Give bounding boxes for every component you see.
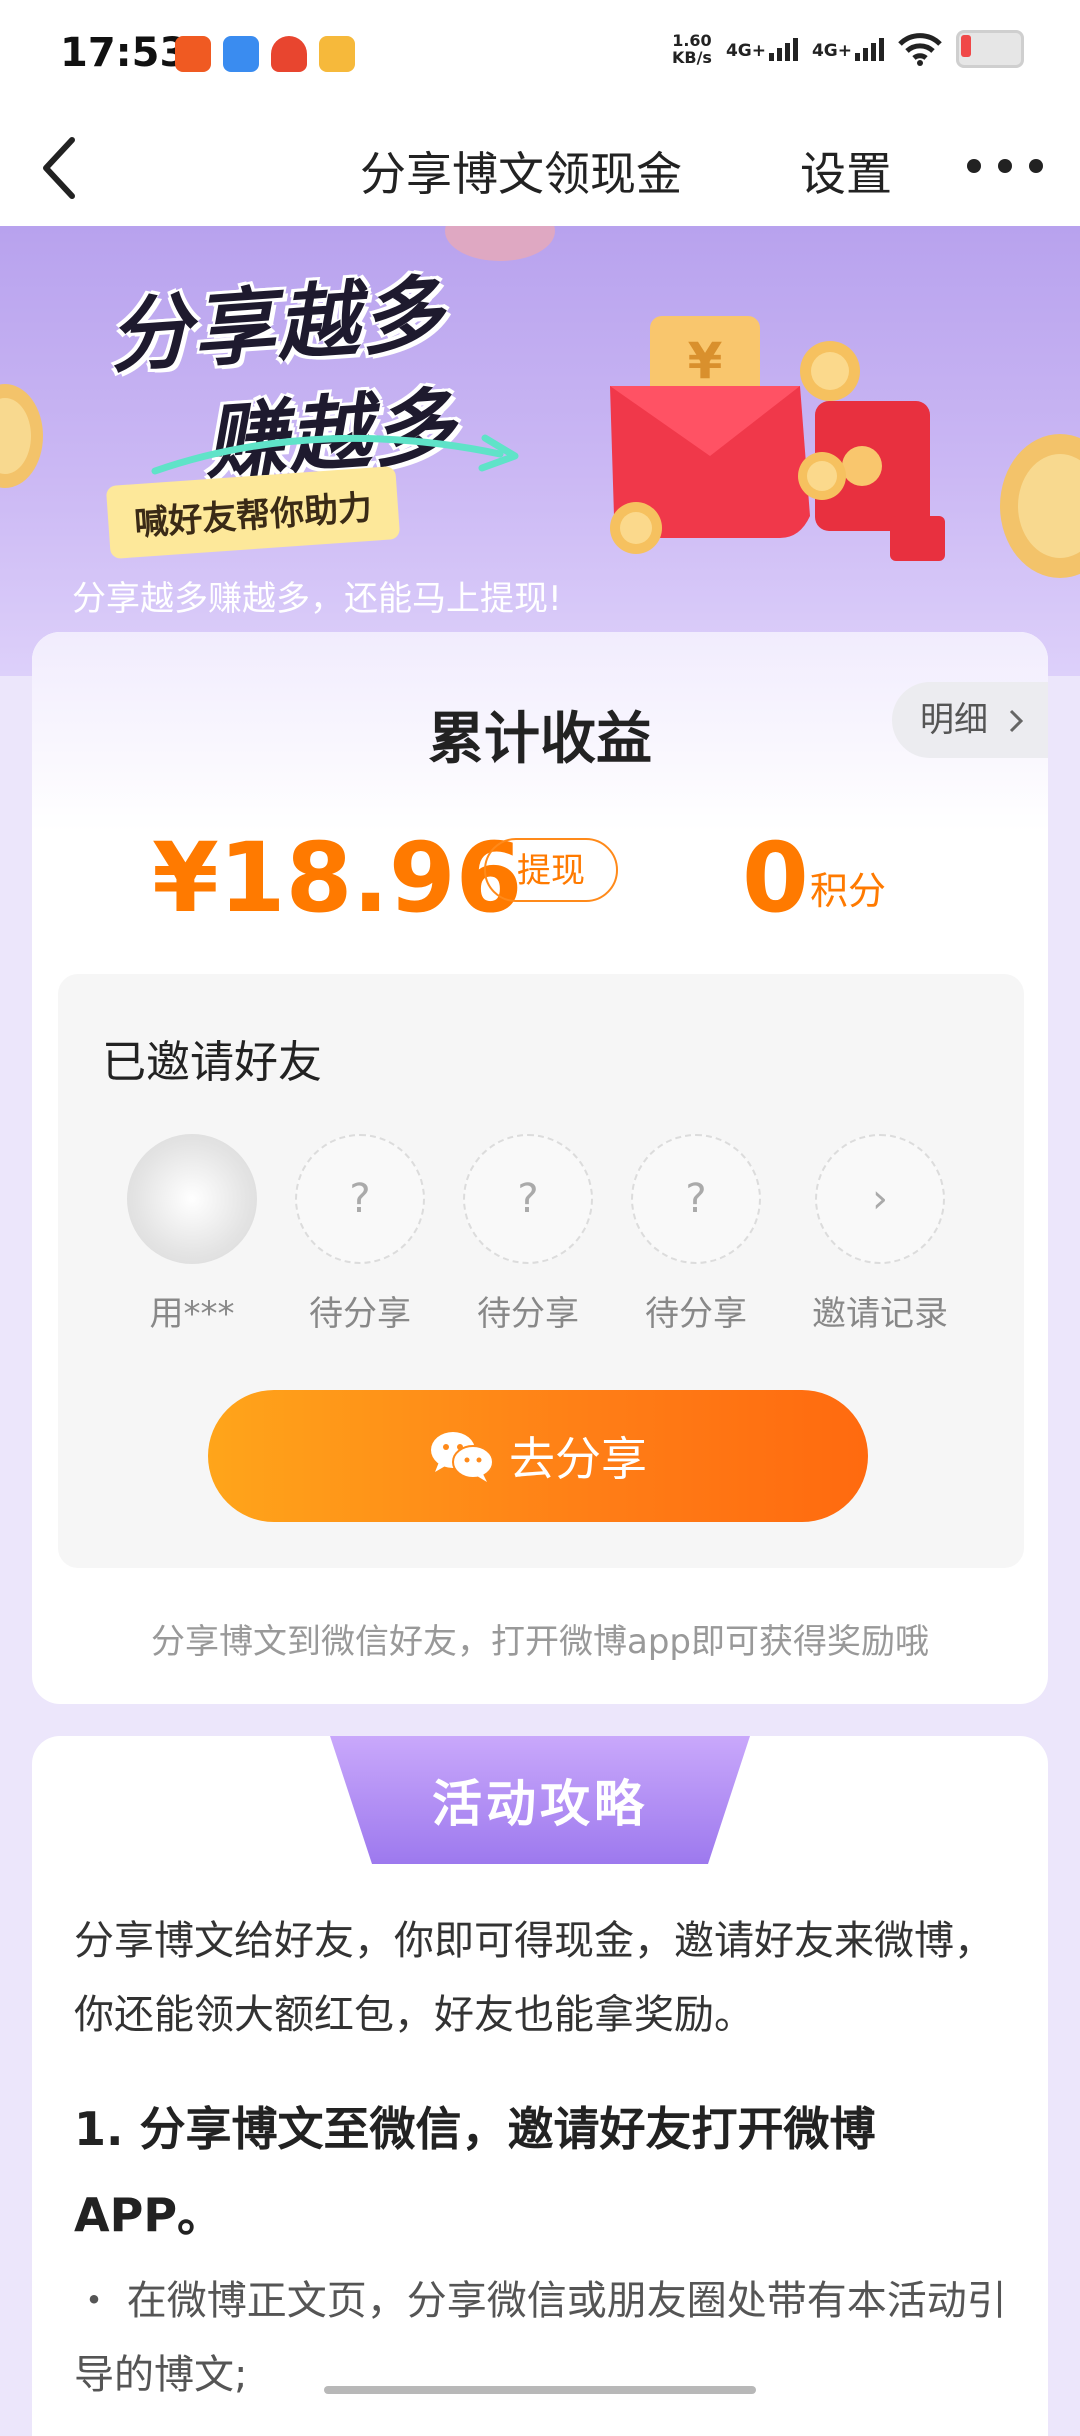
pending-label: 待分享 (309, 1294, 411, 1334)
status-bar: 17:53 1.60 KB/s 4G+ 4G+ (0, 0, 1080, 110)
coin-decoration-icon (445, 226, 555, 261)
pending-label: 待分享 (645, 1294, 747, 1334)
points-label: 积分 (810, 869, 887, 913)
app-notification-icon (175, 36, 211, 72)
invite-records-label: 邀请记录 (812, 1294, 948, 1334)
pending-label: 待分享 (477, 1294, 579, 1334)
top-nav-bar: 分享博文领现金 设置 (0, 110, 1080, 226)
friend-name: 用*** (149, 1294, 235, 1334)
more-dots-icon (967, 159, 1043, 173)
chevron-left-icon (43, 137, 75, 199)
invited-friends-panel: 已邀请好友 用*** ? 待分享 ? 待分享 ? 待分享 › 邀请记录 去分享 (58, 974, 1024, 1568)
app-notification-icon (271, 36, 307, 72)
chevron-right-icon (1009, 709, 1023, 733)
battery-icon (956, 30, 1024, 68)
red-envelope-icon: ¥ (610, 316, 945, 561)
share-button-label: 去分享 (509, 1432, 647, 1486)
system-indicators: 1.60 KB/s 4G+ 4G+ (672, 30, 1024, 68)
points-value: 0 (742, 822, 809, 934)
more-options-button[interactable] (960, 136, 1050, 196)
invited-friend-slot: 用*** (122, 1134, 262, 1335)
pending-slot[interactable]: ? 待分享 (290, 1134, 430, 1335)
cash-amount: ¥18.96 (152, 822, 523, 934)
banner-subtitle: 分享越多赚越多，还能马上提现! (72, 579, 562, 619)
promo-banner: 分享越多 赚越多 喊好友帮你助力 ¥ 分享越多赚越多，还能马上提现! (0, 226, 1080, 676)
question-mark-icon: ? (295, 1134, 425, 1264)
invited-friends-title: 已邀请好友 (102, 1037, 322, 1088)
status-time: 17:53 (60, 30, 188, 76)
app-notification-icon (223, 36, 259, 72)
guide-step-heading: 1. 分享博文至微信，邀请好友打开微博APP。 (74, 2102, 876, 2242)
guide-intro-text: 分享博文给好友，你即可得现金，邀请好友来微博，你还能领大额红包，好友也能拿奖励。 (74, 1918, 994, 2038)
wifi-icon (898, 33, 942, 66)
svg-text:¥: ¥ (688, 332, 723, 390)
question-mark-icon: ? (631, 1134, 761, 1264)
earnings-card: 累计收益 明细 ¥18.96 提现 0 积分 已邀请好友 用*** ? 待分享 … (32, 632, 1048, 1704)
network-speed: 1.60 KB/s (671, 31, 712, 67)
guide-tab-title: 活动攻略 (330, 1736, 750, 1864)
detail-label: 明细 (920, 700, 988, 740)
back-button[interactable] (32, 130, 92, 206)
activity-guide-card: 活动攻略 分享博文给好友，你即可得现金，邀请好友来微博，你还能领大额红包，好友也… (32, 1736, 1048, 2436)
question-mark-icon: ? (463, 1134, 593, 1264)
page-title: 分享博文领现金 (360, 147, 682, 201)
cellular-signal-icon: 4G+ (726, 37, 798, 61)
share-hint: 分享博文到微信好友，打开微博app即可获得奖励哦 (151, 1622, 929, 1662)
avatar (127, 1134, 257, 1264)
chevron-right-icon: › (815, 1134, 945, 1264)
coin-decoration-icon (0, 384, 43, 488)
withdraw-button[interactable]: 提现 (484, 838, 618, 902)
notification-icons (175, 36, 355, 72)
share-button[interactable]: 去分享 (208, 1390, 868, 1522)
cellular-signal-icon: 4G+ (812, 37, 884, 61)
app-notification-icon (319, 36, 355, 72)
invite-records-button[interactable]: › 邀请记录 (800, 1134, 960, 1335)
pending-slot[interactable]: ? 待分享 (458, 1134, 598, 1335)
coin-decoration-icon (1000, 434, 1080, 578)
settings-button[interactable]: 设置 (800, 138, 892, 204)
detail-button[interactable]: 明细 (892, 682, 1048, 758)
pending-slot[interactable]: ? 待分享 (626, 1134, 766, 1335)
home-indicator[interactable] (324, 2386, 756, 2394)
wechat-icon (431, 1432, 494, 1482)
